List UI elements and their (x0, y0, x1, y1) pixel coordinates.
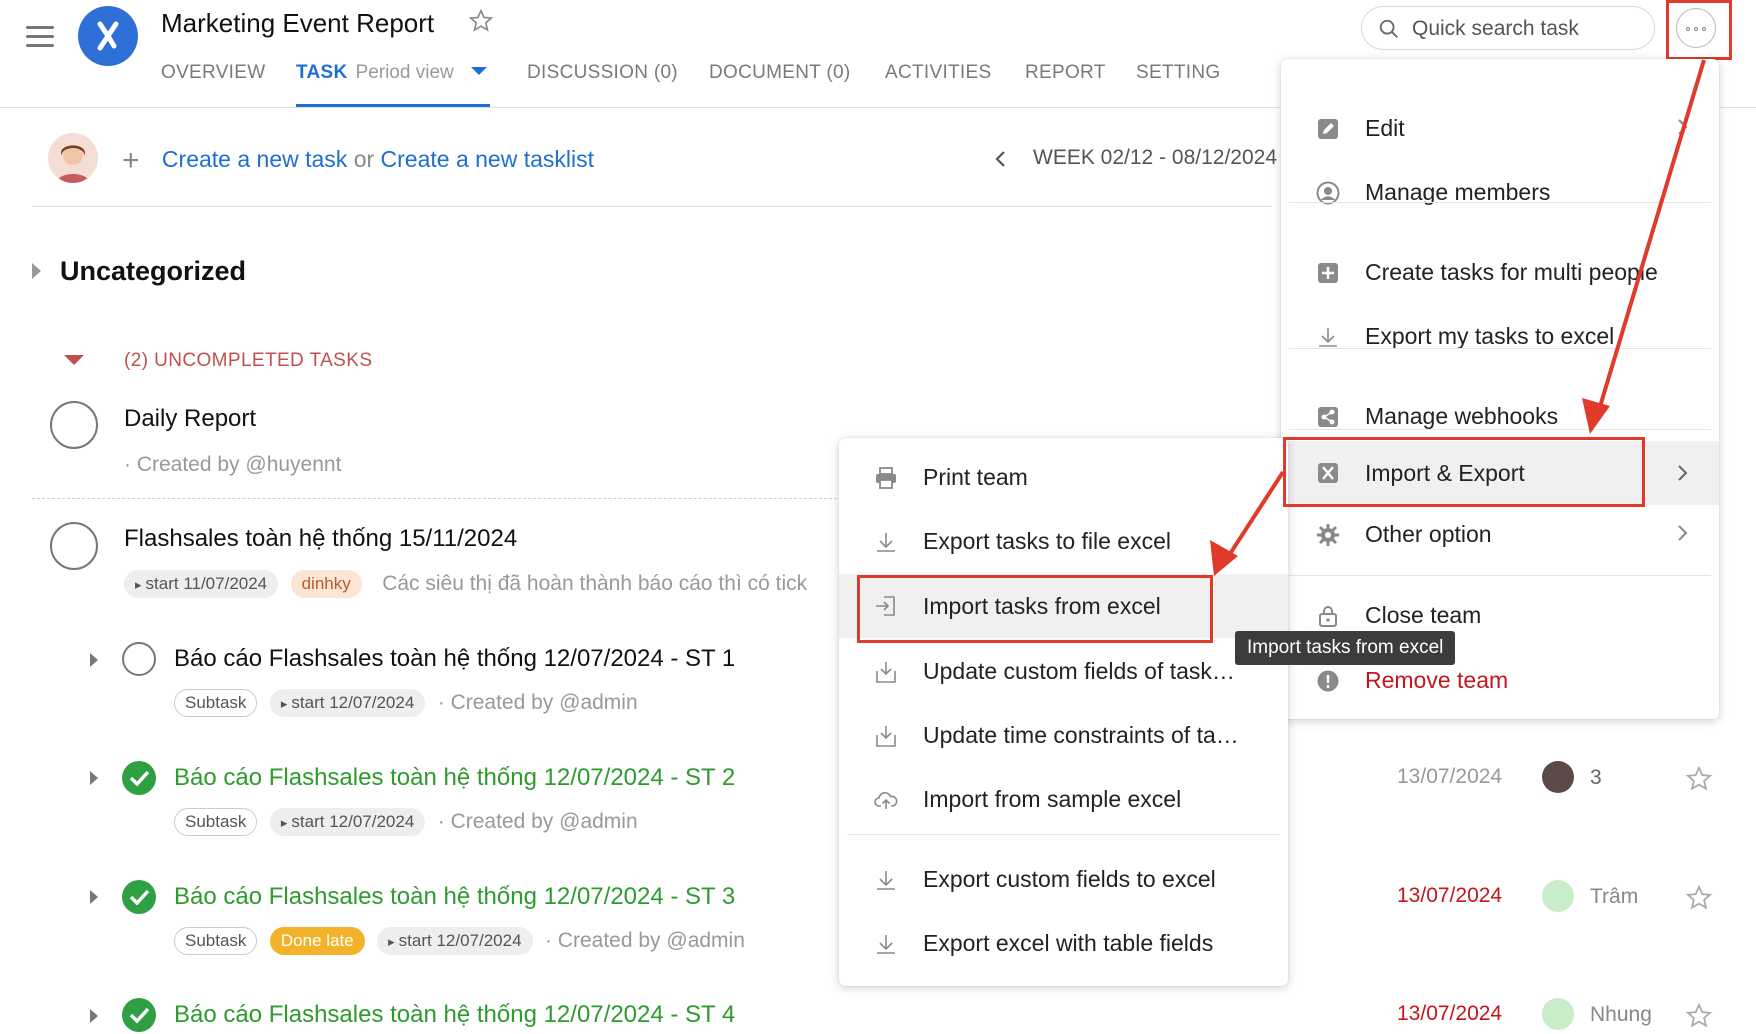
annotation-arrows (1210, 59, 1706, 576)
tooltip: Import tasks from excel (1235, 631, 1456, 665)
